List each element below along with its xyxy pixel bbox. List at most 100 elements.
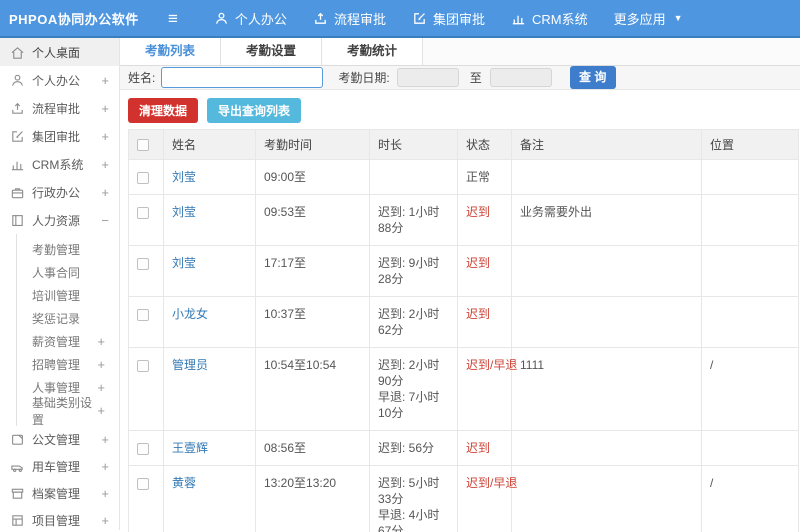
note-cell: 业务需要外出 bbox=[511, 194, 702, 246]
expand-icon[interactable]: + bbox=[101, 185, 109, 200]
attendance-time-cell: 09:53至 bbox=[255, 194, 370, 246]
search-bar: 姓名: 考勤日期: 至 查 询 bbox=[120, 66, 800, 90]
table-row: 刘莹 09:53至 迟到: 1小时88分 迟到 业务需要外出 bbox=[128, 194, 799, 246]
status-cell: 迟到 bbox=[457, 430, 512, 466]
nav-more-apps[interactable]: 更多应用 ▼ bbox=[614, 9, 683, 28]
sidebar-item-admin-office[interactable]: 行政办公 + bbox=[0, 178, 119, 206]
tab-attendance-statistics[interactable]: 考勤统计 bbox=[322, 38, 423, 65]
sidebar-item-crm[interactable]: CRM系统 + bbox=[0, 150, 119, 178]
status-cell: 迟到 bbox=[457, 296, 512, 348]
attendance-time-cell: 10:54至10:54 bbox=[255, 347, 370, 431]
sidebar-item-hr[interactable]: 人力资源 − bbox=[0, 206, 119, 234]
caret-down-icon: ▼ bbox=[673, 13, 683, 23]
car-icon bbox=[10, 459, 25, 474]
row-checkbox[interactable] bbox=[137, 257, 149, 270]
location-cell bbox=[701, 194, 799, 246]
col-header-status: 状态 bbox=[457, 129, 512, 160]
date-from-input[interactable] bbox=[396, 68, 459, 87]
search-button[interactable]: 查 询 bbox=[569, 66, 616, 89]
employee-name-link[interactable]: 刘莹 bbox=[172, 205, 196, 219]
tab-attendance-settings[interactable]: 考勤设置 bbox=[221, 38, 322, 65]
status-cell: 迟到/早退 bbox=[457, 347, 517, 431]
nav-personal-office[interactable]: 个人办公 bbox=[214, 9, 287, 28]
select-all-checkbox[interactable] bbox=[137, 139, 149, 152]
sidebar-item-personal-desktop[interactable]: 个人桌面 bbox=[0, 38, 119, 66]
sidebar-subitem-salary-management[interactable]: 薪资管理 + bbox=[17, 330, 119, 353]
sidebar-item-archive-management[interactable]: 档案管理 + bbox=[0, 480, 119, 507]
expand-icon[interactable]: + bbox=[97, 403, 105, 418]
sidebar-item-document-management[interactable]: 公文管理 + bbox=[0, 426, 119, 453]
employee-name-link[interactable]: 管理员 bbox=[172, 358, 208, 372]
nav-crm-system[interactable]: CRM系统 bbox=[511, 9, 588, 28]
status-badge: 迟到 bbox=[466, 441, 491, 455]
duration-cell: 迟到: 1小时88分 bbox=[369, 194, 458, 246]
sidebar-subitem-base-category-settings[interactable]: 基础类别设置 + bbox=[17, 396, 119, 427]
expand-icon[interactable]: + bbox=[101, 432, 109, 447]
expand-icon[interactable]: + bbox=[101, 459, 109, 474]
collapse-icon[interactable]: − bbox=[101, 213, 109, 228]
name-search-input[interactable] bbox=[161, 67, 324, 88]
sidebar-item-workflow-approval[interactable]: 流程审批 + bbox=[0, 94, 119, 122]
note-cell bbox=[511, 159, 702, 195]
expand-icon[interactable]: + bbox=[101, 486, 109, 501]
sidebar-subitem-personnel-contract[interactable]: 人事合同 bbox=[17, 261, 119, 284]
table-row: 王壹辉 08:56至 迟到: 56分 迟到 bbox=[128, 430, 799, 466]
status-badge: 迟到 bbox=[466, 205, 491, 219]
chart-icon bbox=[511, 11, 526, 26]
expand-icon[interactable]: + bbox=[101, 513, 109, 528]
employee-name-link[interactable]: 黄蓉 bbox=[172, 476, 196, 490]
tab-attendance-list[interactable]: 考勤列表 bbox=[120, 38, 221, 65]
status-cell: 迟到 bbox=[457, 245, 512, 297]
edit-icon bbox=[10, 129, 25, 144]
employee-name-link[interactable]: 王壹辉 bbox=[172, 441, 208, 455]
sidebar-subitem-training-management[interactable]: 培训管理 bbox=[17, 284, 119, 307]
location-cell: / bbox=[701, 347, 799, 431]
duration-cell bbox=[369, 159, 458, 195]
hamburger-icon[interactable]: ≡ bbox=[168, 10, 178, 27]
app-logo: PHPOA协同办公软件 bbox=[9, 11, 139, 27]
employee-name-link[interactable]: 刘莹 bbox=[172, 170, 196, 184]
row-checkbox[interactable] bbox=[137, 359, 149, 372]
sidebar-subitem-reward-punishment[interactable]: 奖惩记录 bbox=[17, 307, 119, 330]
row-checkbox[interactable] bbox=[137, 442, 149, 455]
expand-icon[interactable]: + bbox=[97, 334, 105, 349]
note-cell bbox=[511, 296, 702, 348]
expand-icon[interactable]: + bbox=[97, 380, 105, 395]
sidebar-item-personal-office[interactable]: 个人办公 + bbox=[0, 66, 119, 94]
row-checkbox[interactable] bbox=[137, 206, 149, 219]
row-checkbox[interactable] bbox=[137, 171, 149, 184]
clean-data-button[interactable]: 清理数据 bbox=[128, 98, 199, 123]
status-badge: 迟到 bbox=[466, 307, 491, 321]
row-checkbox[interactable] bbox=[137, 477, 149, 490]
to-label: 至 bbox=[469, 71, 482, 85]
table-row: 刘莹 09:00至 正常 bbox=[128, 159, 799, 195]
expand-icon[interactable]: + bbox=[101, 101, 109, 116]
date-to-input[interactable] bbox=[489, 68, 552, 87]
chart-icon bbox=[10, 157, 25, 172]
tab-strip: 考勤列表 考勤设置 考勤统计 bbox=[120, 38, 800, 66]
expand-icon[interactable]: + bbox=[101, 73, 109, 88]
sidebar-subitem-recruitment-management[interactable]: 招聘管理 + bbox=[17, 353, 119, 376]
expand-icon[interactable]: + bbox=[97, 357, 105, 372]
col-header-duration: 时长 bbox=[369, 129, 458, 160]
expand-icon[interactable]: + bbox=[101, 129, 109, 144]
status-cell: 迟到/早退 bbox=[457, 465, 517, 532]
sidebar-item-group-approval[interactable]: 集团审批 + bbox=[0, 122, 119, 150]
employee-name-link[interactable]: 刘莹 bbox=[172, 256, 196, 270]
status-cell: 正常 bbox=[457, 159, 512, 195]
duration-cell: 迟到: 2小时90分 早退: 7小时10分 bbox=[369, 347, 458, 431]
employee-name-link[interactable]: 小龙女 bbox=[172, 307, 208, 321]
top-header: PHPOA协同办公软件 ≡ 个人办公 流程审批 集团审批 CRM系统 更多应用 … bbox=[0, 0, 800, 38]
status-badge: 迟到/早退 bbox=[466, 358, 518, 372]
table-row: 刘莹 17:17至 迟到: 9小时28分 迟到 bbox=[128, 245, 799, 297]
nav-group-approval[interactable]: 集团审批 bbox=[412, 9, 485, 28]
sidebar-item-project-management[interactable]: 项目管理 + bbox=[0, 507, 119, 530]
sidebar-item-vehicle-management[interactable]: 用车管理 + bbox=[0, 453, 119, 480]
nav-workflow-approval[interactable]: 流程审批 bbox=[313, 9, 386, 28]
expand-icon[interactable]: + bbox=[101, 157, 109, 172]
user-icon bbox=[214, 11, 229, 26]
hr-book-icon bbox=[10, 213, 25, 228]
sidebar-subitem-attendance-management[interactable]: 考勤管理 bbox=[17, 238, 119, 261]
export-list-button[interactable]: 导出查询列表 bbox=[207, 98, 302, 123]
row-checkbox[interactable] bbox=[137, 308, 149, 321]
